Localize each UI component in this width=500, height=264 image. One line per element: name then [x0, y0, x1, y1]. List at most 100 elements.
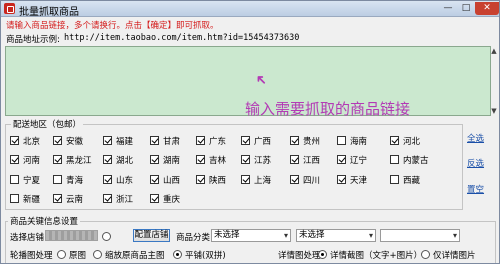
detail-label: 详情图处理	[278, 251, 321, 261]
region-checkbox[interactable]: 宁夏	[10, 174, 40, 186]
region-checkbox-label: 广东	[209, 136, 227, 147]
checkbox-box[interactable]	[241, 155, 250, 164]
checkbox-box[interactable]	[290, 136, 299, 145]
invert-selection-link[interactable]: 反选	[467, 157, 484, 169]
select-all-link[interactable]: 全选	[467, 132, 484, 144]
checkbox-box[interactable]	[10, 136, 19, 145]
radio-dot[interactable]	[57, 250, 66, 259]
radio-option[interactable]: 详情截图（文字+图片）	[318, 249, 422, 261]
region-checkbox-label: 北京	[23, 136, 41, 147]
checkbox-box[interactable]	[290, 175, 299, 184]
region-checkbox[interactable]: 辽宁	[337, 154, 367, 166]
checkbox-box[interactable]	[241, 175, 250, 184]
radio-option-label: 平铺(双拼)	[185, 250, 226, 261]
checkbox-box[interactable]	[150, 155, 159, 164]
checkbox-box[interactable]	[53, 194, 62, 203]
region-checkbox[interactable]: 黑龙江	[53, 154, 92, 166]
region-checkbox[interactable]: 四川	[290, 174, 320, 186]
category-third-select[interactable]	[380, 229, 460, 242]
region-checkbox[interactable]: 海南	[337, 135, 368, 147]
region-checkbox[interactable]: 内蒙古	[390, 154, 429, 166]
checkbox-box[interactable]	[390, 155, 399, 164]
radio-dot[interactable]	[93, 250, 102, 259]
scroll-down-arrow[interactable]: ▼	[489, 106, 499, 116]
region-checkbox[interactable]: 山东	[103, 174, 133, 186]
checkbox-box[interactable]	[10, 155, 19, 164]
region-checkbox[interactable]: 西藏	[390, 174, 420, 186]
checkbox-box[interactable]	[103, 194, 112, 203]
checkbox-box[interactable]	[150, 194, 159, 203]
region-checkbox[interactable]: 福建	[103, 135, 133, 147]
checkbox-box[interactable]	[103, 136, 112, 145]
maximize-button[interactable]: □	[457, 2, 475, 15]
checkbox-box[interactable]	[53, 136, 62, 145]
checkbox-box[interactable]	[337, 155, 346, 164]
radio-option[interactable]: 仅详情图片	[421, 249, 476, 261]
region-checkbox[interactable]: 青海	[53, 174, 83, 186]
store-select[interactable]	[45, 230, 98, 241]
region-checkbox[interactable]: 江西	[290, 154, 321, 166]
region-checkbox[interactable]: 上海	[241, 174, 271, 186]
region-checkbox-label: 浙江	[116, 194, 134, 205]
checkbox-box[interactable]	[241, 136, 250, 145]
region-checkbox[interactable]: 湖北	[103, 154, 133, 166]
radio-dot[interactable]	[421, 250, 430, 259]
checkbox-box[interactable]	[196, 155, 205, 164]
close-button[interactable]: ✕	[475, 2, 499, 15]
category-subselect[interactable]: 未选择	[296, 229, 376, 242]
region-checkbox-label: 江西	[303, 155, 321, 166]
region-checkbox[interactable]: 天津	[337, 174, 367, 186]
example-url: http://item.taobao.com/item.htm?id=15454…	[64, 33, 300, 43]
radio-dot[interactable]	[173, 250, 182, 259]
region-checkbox[interactable]: 重庆	[150, 193, 180, 205]
region-checkbox-label: 云南	[66, 194, 84, 205]
checkbox-box[interactable]	[10, 175, 19, 184]
checkbox-box[interactable]	[150, 136, 159, 145]
region-checkbox[interactable]: 江苏	[241, 154, 271, 166]
region-checkbox[interactable]: 贵州	[290, 135, 320, 147]
checkbox-box[interactable]	[53, 155, 62, 164]
checkbox-box[interactable]	[390, 136, 399, 145]
region-checkbox[interactable]: 安徽	[53, 135, 83, 147]
store-radio[interactable]	[102, 231, 114, 242]
checkbox-box[interactable]	[337, 175, 346, 184]
region-checkbox-label: 海南	[350, 136, 368, 147]
region-checkbox[interactable]: 甘肃	[150, 135, 180, 147]
radio-option-label: 原图	[69, 250, 87, 261]
checkbox-box[interactable]	[53, 175, 62, 184]
region-checkbox[interactable]: 河南	[10, 154, 40, 166]
checkbox-box[interactable]	[390, 175, 399, 184]
region-checkbox[interactable]: 陕西	[196, 174, 227, 186]
region-checkbox[interactable]: 浙江	[103, 193, 134, 205]
radio-option[interactable]: 原图	[57, 249, 87, 261]
region-checkbox[interactable]: 广西	[241, 135, 271, 147]
radio-option[interactable]: 平铺(双拼)	[173, 249, 226, 261]
configure-store-button[interactable]: 配置店铺	[133, 229, 170, 242]
region-checkbox[interactable]: 云南	[53, 193, 84, 205]
region-checkbox[interactable]: 新疆	[10, 193, 41, 205]
window-title: 批量抓取商品	[19, 7, 79, 18]
checkbox-box[interactable]	[196, 136, 205, 145]
checkbox-box[interactable]	[196, 175, 205, 184]
clear-selection-link[interactable]: 置空	[467, 183, 484, 195]
checkbox-box[interactable]	[10, 194, 19, 203]
checkbox-box[interactable]	[103, 155, 112, 164]
region-checkbox-label: 新疆	[23, 194, 41, 205]
region-checkbox[interactable]: 广东	[196, 135, 227, 147]
example-label: 商品地址示例:	[6, 35, 60, 45]
region-checkbox[interactable]: 吉林	[196, 154, 226, 166]
region-checkbox[interactable]: 湖南	[150, 154, 180, 166]
checkbox-box[interactable]	[103, 175, 112, 184]
radio-option[interactable]: 缩放原商品主图	[93, 249, 165, 261]
region-checkbox[interactable]: 河北	[390, 135, 420, 147]
region-checkbox[interactable]: 北京	[10, 135, 41, 147]
checkbox-box[interactable]	[290, 155, 299, 164]
category-select[interactable]: 未选择	[211, 229, 291, 242]
region-checkbox-label: 陕西	[209, 175, 227, 186]
scroll-up-arrow[interactable]: ▲	[489, 46, 499, 56]
checkbox-box[interactable]	[337, 136, 346, 145]
checkbox-box[interactable]	[150, 175, 159, 184]
radio-dot[interactable]	[318, 250, 327, 259]
minimize-button[interactable]: —	[439, 2, 457, 15]
region-checkbox[interactable]: 山西	[150, 174, 180, 186]
